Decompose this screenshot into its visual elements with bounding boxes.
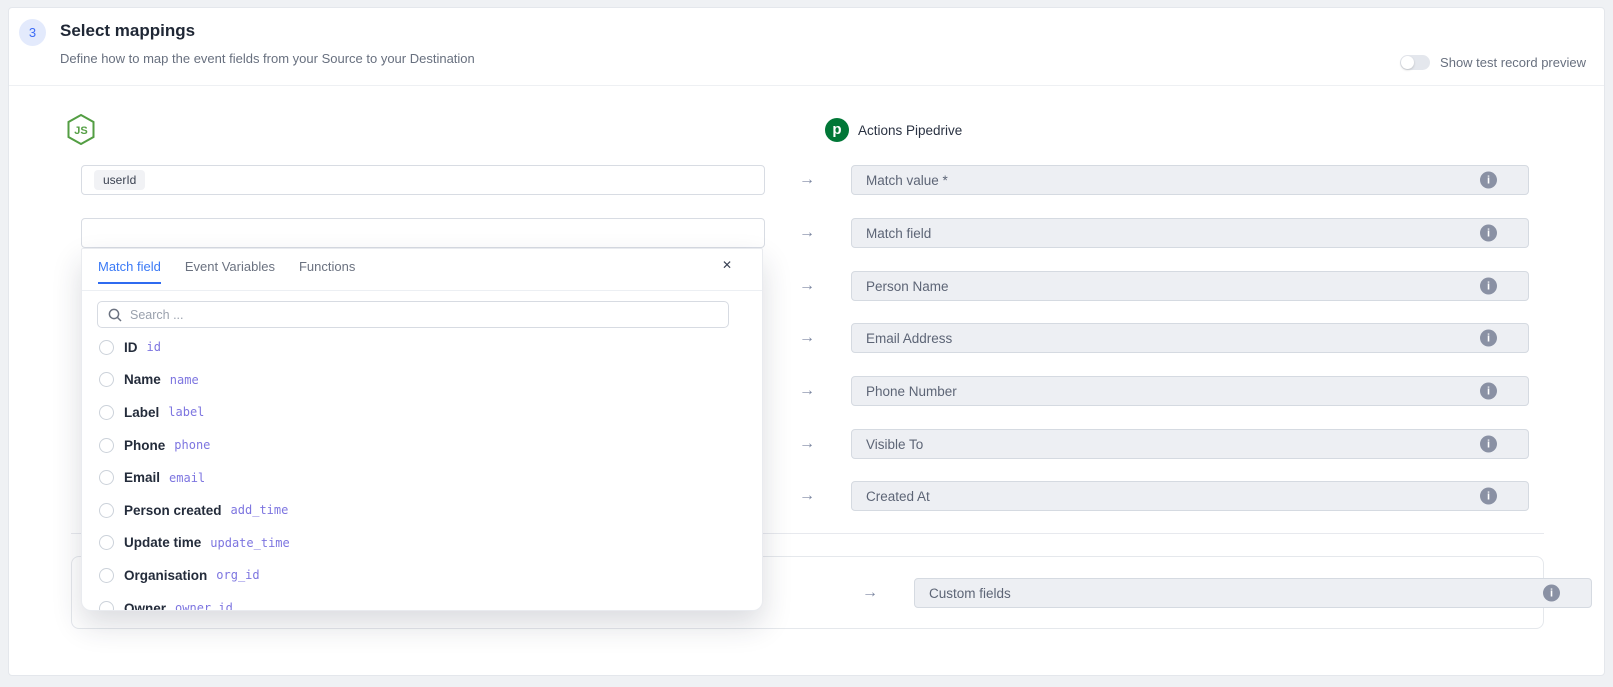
radio-icon[interactable] — [99, 438, 114, 453]
list-item-email[interactable]: Email email — [82, 461, 762, 494]
info-icon[interactable]: i — [1480, 436, 1497, 453]
list-item-owner[interactable]: Owner owner_id — [82, 592, 762, 611]
list-item-phone[interactable]: Phone phone — [82, 429, 762, 462]
radio-icon[interactable] — [99, 601, 114, 611]
info-icon[interactable]: i — [1480, 488, 1497, 505]
tab-event-variables[interactable]: Event Variables — [185, 259, 275, 284]
destination-field-label: Person Name — [866, 279, 949, 294]
source-field-input-2[interactable] — [81, 218, 765, 248]
svg-text:JS: JS — [74, 125, 87, 137]
radio-icon[interactable] — [99, 340, 114, 355]
info-icon[interactable]: i — [1543, 585, 1560, 602]
source-field-chip[interactable]: userId — [94, 170, 145, 190]
toggle-knob — [1401, 56, 1414, 69]
info-icon[interactable]: i — [1480, 330, 1497, 347]
show-test-record-toggle[interactable] — [1400, 55, 1430, 70]
destination-field-label: Email Address — [866, 331, 952, 346]
tab-match-field[interactable]: Match field — [98, 259, 161, 284]
destination-header: p Actions Pipedrive — [825, 118, 962, 142]
destination-field-label: Visible To — [866, 437, 923, 452]
toggle-label: Show test record preview — [1440, 55, 1586, 70]
search-icon — [108, 308, 122, 322]
radio-icon[interactable] — [99, 503, 114, 518]
mapping-arrow-icon: → — [796, 382, 818, 400]
destination-field-phone-number[interactable]: Phone Number i — [851, 376, 1529, 406]
mapping-arrow-icon: → — [796, 329, 818, 347]
test-record-preview-row: Show test record preview — [1400, 55, 1586, 70]
mapping-arrow-icon: → — [859, 584, 881, 602]
list-item-name[interactable]: Name name — [82, 364, 762, 397]
radio-icon[interactable] — [99, 535, 114, 550]
info-icon[interactable]: i — [1480, 225, 1497, 242]
list-item-label[interactable]: Label label — [82, 396, 762, 429]
destination-field-label: Match field — [866, 226, 931, 241]
destination-field-visible-to[interactable]: Visible To i — [851, 429, 1529, 459]
destination-field-label: Match value * — [866, 173, 948, 188]
close-icon[interactable]: ✕ — [722, 258, 732, 272]
field-options-list: ID id Name name Label label Phone phone — [82, 331, 762, 611]
source-field-input-1[interactable]: userId — [81, 165, 765, 195]
step-number-badge: 3 — [19, 19, 46, 46]
destination-field-match-value[interactable]: Match value * i — [851, 165, 1529, 195]
radio-icon[interactable] — [99, 372, 114, 387]
destination-field-label: Custom fields — [929, 586, 1011, 601]
destination-field-label: Phone Number — [866, 384, 957, 399]
destination-field-label: Created At — [866, 489, 930, 504]
destination-field-created-at[interactable]: Created At i — [851, 481, 1529, 511]
radio-icon[interactable] — [99, 568, 114, 583]
radio-icon[interactable] — [99, 470, 114, 485]
mapping-arrow-icon: → — [796, 435, 818, 453]
mapping-arrow-icon: → — [796, 171, 818, 189]
list-item-update-time[interactable]: Update time update_time — [82, 527, 762, 560]
tabs-divider — [82, 290, 762, 291]
info-icon[interactable]: i — [1480, 383, 1497, 400]
pipedrive-icon: p — [825, 118, 849, 142]
page-title: Select mappings — [60, 21, 195, 41]
search-input[interactable] — [130, 308, 720, 322]
mapping-arrow-icon: → — [796, 277, 818, 295]
mapping-arrow-icon: → — [796, 224, 818, 242]
mapping-arrow-icon: → — [796, 487, 818, 505]
info-icon[interactable]: i — [1480, 172, 1497, 189]
radio-icon[interactable] — [99, 405, 114, 420]
step-header: 3 Select mappings Define how to map the … — [9, 8, 1604, 86]
mappings-card: 3 Select mappings Define how to map the … — [8, 7, 1605, 676]
page-background: 3 Select mappings Define how to map the … — [0, 0, 1613, 687]
nodejs-icon: JS — [67, 114, 95, 145]
destination-field-match-field[interactable]: Match field i — [851, 218, 1529, 248]
list-item-id[interactable]: ID id — [82, 331, 762, 364]
destination-field-custom-fields[interactable]: Custom fields i — [914, 578, 1592, 608]
info-icon[interactable]: i — [1480, 278, 1497, 295]
destination-field-email-address[interactable]: Email Address i — [851, 323, 1529, 353]
search-box[interactable] — [97, 301, 729, 328]
tab-functions[interactable]: Functions — [299, 259, 355, 284]
page-subtitle: Define how to map the event fields from … — [60, 51, 475, 66]
dropdown-tabs: Match field Event Variables Functions — [98, 259, 355, 284]
list-item-person-created[interactable]: Person created add_time — [82, 494, 762, 527]
list-item-organisation[interactable]: Organisation org_id — [82, 559, 762, 592]
field-picker-dropdown: Match field Event Variables Functions ✕ … — [81, 248, 763, 611]
destination-title: Actions Pipedrive — [858, 123, 962, 138]
destination-field-person-name[interactable]: Person Name i — [851, 271, 1529, 301]
